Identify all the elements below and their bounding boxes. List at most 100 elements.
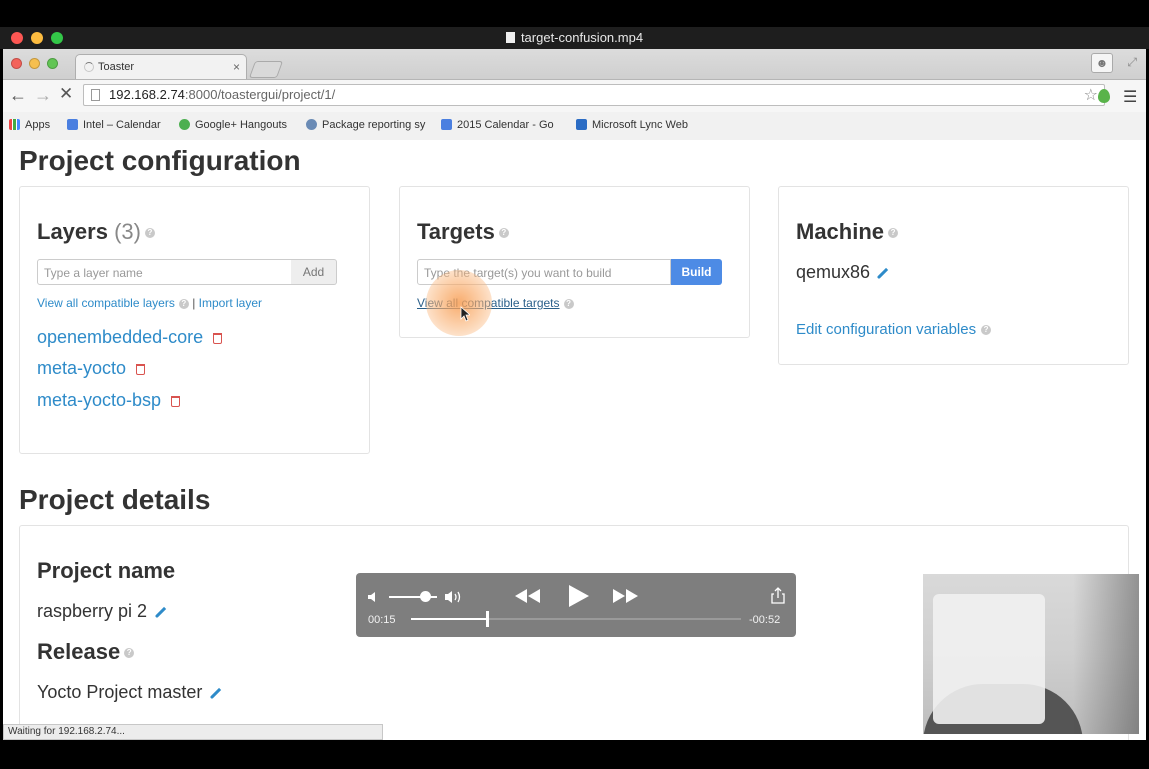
layer-name-input[interactable]: Type a layer name [37, 259, 292, 285]
forward-arrow-icon[interactable]: → [34, 85, 52, 106]
view-all-layers-link[interactable]: View all compatible layers [37, 296, 175, 310]
scrubber-playhead[interactable] [485, 611, 489, 627]
stop-loading-icon[interactable]: ✕ [59, 84, 73, 104]
back-arrow-icon[interactable]: ← [9, 85, 27, 106]
edit-config-variables: Edit configuration variables? [796, 321, 992, 338]
loading-spinner-icon [84, 62, 94, 72]
volume-high-icon[interactable] [444, 589, 466, 605]
evernote-extension-icon[interactable] [1098, 89, 1110, 103]
project-name-label: Project name [37, 558, 176, 583]
layer-item: meta-yocto [37, 358, 146, 379]
browser-chrome: Toaster × ☻ ⤢ ← → ✕ 192.168.2.74:8000/to… [3, 49, 1146, 141]
hangouts-icon [179, 119, 190, 130]
bookmark-lync[interactable]: Microsoft Lync Web [576, 119, 688, 131]
chrome-menu-icon[interactable]: ☰ [1123, 87, 1137, 107]
window-title: target-confusion.mp4 [520, 30, 644, 45]
layers-card: Layers (3)? Type a layer name Add View a… [19, 186, 370, 454]
package-icon [306, 119, 317, 130]
webcam-overlay [923, 574, 1139, 734]
play-icon[interactable] [567, 583, 591, 609]
trash-icon[interactable] [136, 364, 146, 375]
pencil-edit-icon[interactable] [210, 687, 222, 700]
help-icon[interactable]: ? [888, 228, 899, 239]
help-icon[interactable]: ? [981, 325, 992, 336]
volume-slider-knob[interactable] [420, 591, 431, 602]
help-icon[interactable]: ? [144, 228, 155, 239]
trash-icon[interactable] [213, 333, 223, 344]
help-icon[interactable]: ? [498, 228, 509, 239]
browser-status-bar: Waiting for 192.168.2.74... [3, 724, 383, 740]
project-details-heading: Project details [19, 484, 211, 515]
docs-icon [441, 119, 452, 130]
browser-close-button[interactable] [11, 58, 22, 69]
lync-icon [576, 119, 587, 130]
project-name: raspberry pi 2 [37, 601, 167, 622]
document-icon [505, 32, 515, 43]
fast-forward-icon[interactable] [611, 587, 639, 605]
bookmark-hangouts[interactable]: Google+ Hangouts [179, 119, 287, 131]
build-button[interactable]: Build [671, 259, 722, 285]
mouse-pointer-icon [460, 306, 470, 322]
targets-title: Targets? [417, 219, 509, 245]
layer-item: openembedded-core [37, 327, 223, 348]
layers-links: View all compatible layers? | Import lay… [37, 296, 262, 310]
window-close-button[interactable] [11, 32, 23, 44]
fullscreen-icon[interactable]: ⤢ [1127, 55, 1137, 70]
tab-toaster[interactable]: Toaster × [75, 54, 247, 79]
bookmark-apps[interactable]: Apps [9, 119, 50, 131]
url-text: 192.168.2.74:8000/toastergui/project/1/ [109, 87, 335, 102]
layer-link[interactable]: meta-yocto-bsp [37, 390, 161, 410]
new-tab-button[interactable] [248, 61, 284, 78]
bookmark-intel-calendar[interactable]: Intel – Calendar [67, 119, 161, 131]
url-path: :8000/toastergui/project/1/ [184, 87, 336, 102]
window-zoom-button[interactable] [51, 32, 63, 44]
tab-title: Toaster [98, 61, 135, 73]
link-separator: | [192, 296, 196, 310]
layer-link[interactable]: meta-yocto [37, 358, 126, 378]
add-layer-button[interactable]: Add [291, 259, 337, 285]
release-label: Release? [37, 639, 135, 665]
machine-card: Machine? qemux86 Edit configuration vari… [778, 186, 1129, 365]
browser-minimize-button[interactable] [29, 58, 40, 69]
pencil-edit-icon[interactable] [154, 606, 167, 619]
share-icon[interactable] [771, 587, 785, 604]
google-calendar-icon [67, 119, 78, 130]
click-highlight [426, 270, 492, 336]
import-layer-link[interactable]: Import layer [199, 296, 262, 310]
browser-zoom-button[interactable] [47, 58, 58, 69]
bookmark-star-icon[interactable]: ☆ [1084, 85, 1098, 105]
bookmark-2015-calendar[interactable]: 2015 Calendar - Go [441, 119, 554, 131]
navigation-bar: ← → ✕ 192.168.2.74:8000/toastergui/proje… [3, 80, 1146, 112]
person-icon: ☻ [1095, 56, 1109, 70]
window-minimize-button[interactable] [31, 32, 43, 44]
machine-value: qemux86 [796, 262, 889, 283]
help-icon[interactable]: ? [178, 298, 189, 309]
project-configuration-heading: Project configuration [19, 145, 301, 176]
remaining-time: -00:52 [749, 614, 781, 626]
layer-link[interactable]: openembedded-core [37, 327, 203, 347]
webcam-person-blurred [933, 594, 1045, 724]
scrubber-progress [411, 618, 487, 620]
user-profile-button[interactable]: ☻ [1091, 53, 1113, 73]
tab-close-icon[interactable]: × [233, 60, 240, 74]
help-icon[interactable]: ? [124, 648, 135, 659]
trash-icon[interactable] [171, 396, 181, 407]
rewind-icon[interactable] [514, 587, 542, 605]
layers-title: Layers (3)? [37, 219, 155, 245]
address-bar[interactable]: 192.168.2.74:8000/toastergui/project/1/ … [83, 84, 1105, 106]
video-player-controls: 00:15 -00:52 [356, 573, 796, 637]
release-value: Yocto Project master [37, 682, 222, 703]
layer-item: meta-yocto-bsp [37, 390, 181, 411]
webcam-shadow [1073, 574, 1139, 734]
pencil-edit-icon[interactable] [876, 267, 889, 280]
url-host: 192.168.2.74 [109, 87, 185, 102]
elapsed-time: 00:15 [368, 614, 396, 626]
help-icon[interactable]: ? [563, 298, 574, 309]
volume-low-icon[interactable] [367, 590, 381, 604]
edit-config-variables-link[interactable]: Edit configuration variables [796, 321, 976, 338]
scrubber-track[interactable] [411, 611, 741, 627]
layers-count: (3) [114, 219, 141, 244]
bookmark-package-reporting[interactable]: Package reporting sy [306, 119, 425, 131]
machine-title: Machine? [796, 219, 899, 245]
page-icon [91, 89, 100, 101]
